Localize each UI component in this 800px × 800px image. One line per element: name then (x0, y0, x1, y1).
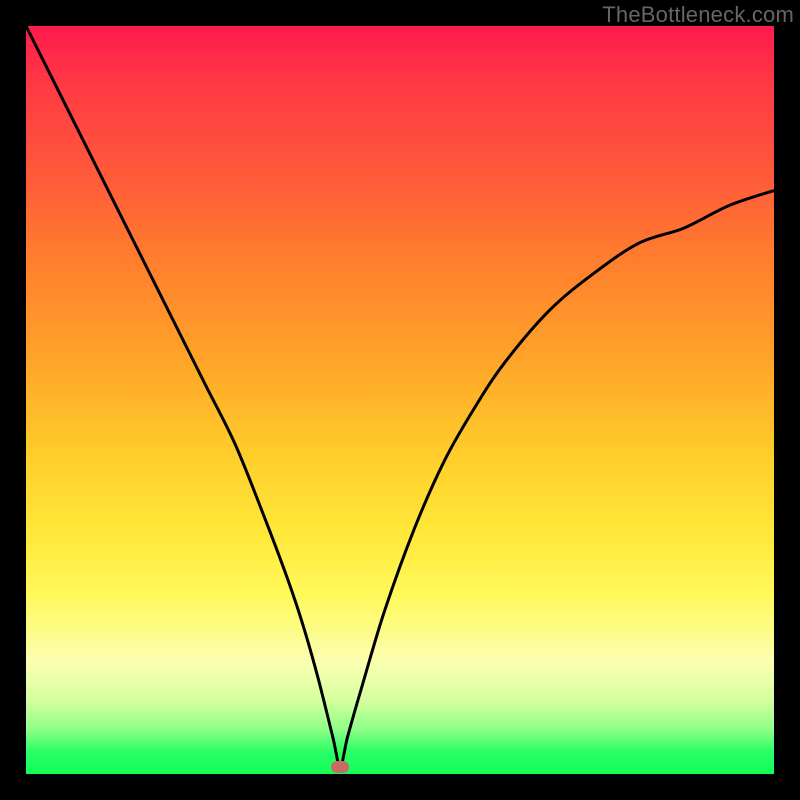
chart-frame: TheBottleneck.com (0, 0, 800, 800)
plot-area (26, 26, 774, 774)
bottleneck-curve (26, 26, 774, 774)
attribution-text: TheBottleneck.com (602, 2, 794, 28)
result-marker (331, 761, 349, 773)
curve-path (26, 26, 774, 767)
